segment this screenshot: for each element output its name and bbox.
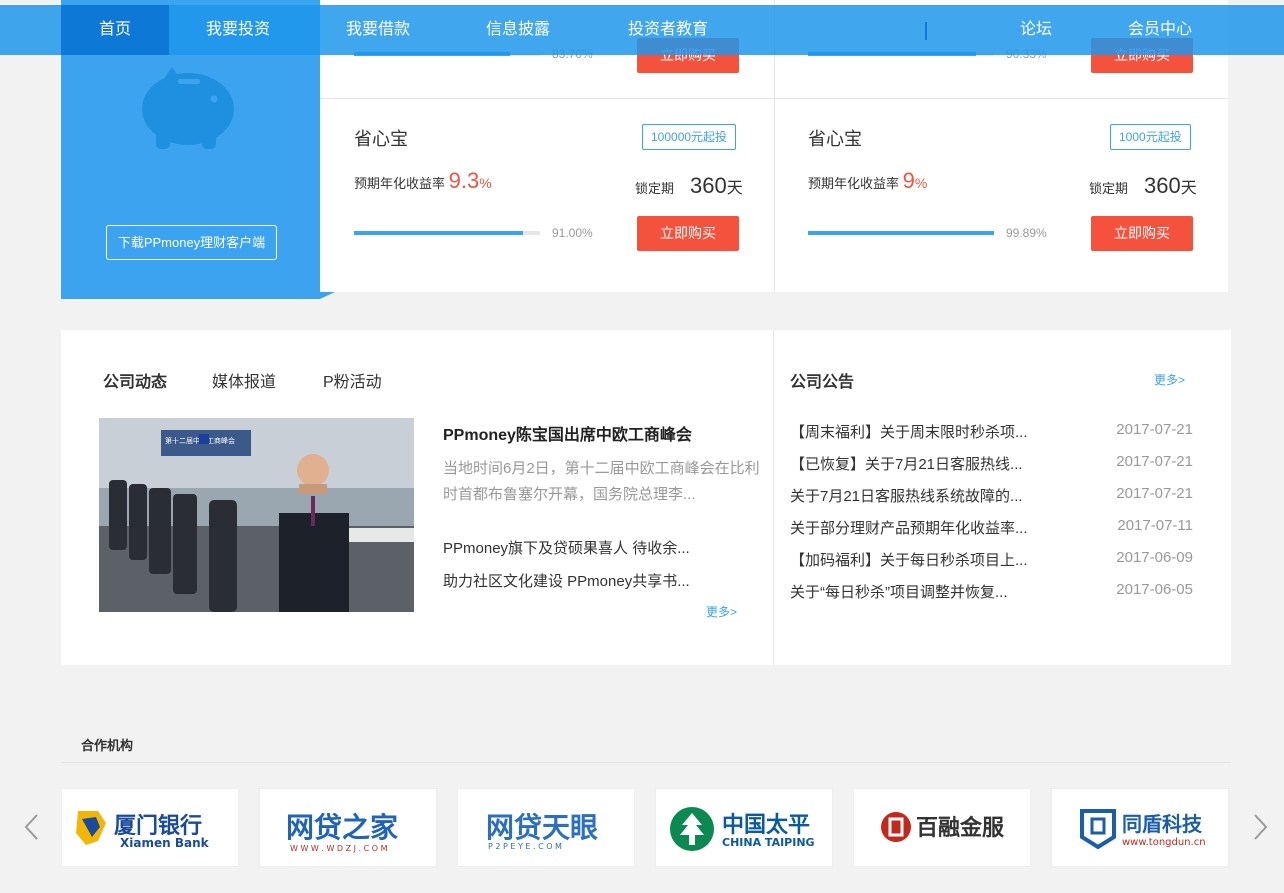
buy-button[interactable]: 立即购买 (637, 216, 739, 251)
wdzj-logo: 网贷之家 W W W . W D Z J . C O M (286, 811, 398, 853)
divider (773, 330, 774, 665)
partner-logo-china-taiping[interactable]: 中国太平 CHINA TAIPING (655, 788, 833, 867)
lead-news-desc: 当地时间6月2日，第十二届中欧工商峰会在比利时首都布鲁塞尔开幕，国务院总理李..… (443, 460, 760, 503)
divider (61, 762, 1231, 763)
partners-title: 合作机构 (81, 738, 134, 753)
partner-sub: W W W . W D Z J . C O M (290, 844, 388, 853)
tab-media[interactable]: 媒体报道 (212, 368, 276, 392)
notice-title: 关于部分理财产品预期年化收益率... (790, 520, 1028, 537)
lock-label: 锁定期 (635, 181, 675, 196)
notice-title: 【周末福利】关于周末限时秒杀项... (790, 424, 1028, 441)
rate-block: 预期年化收益率 9% (808, 168, 927, 194)
partner-logo-wdzj[interactable]: 网贷之家 W W W . W D Z J . C O M (259, 788, 437, 867)
lock-days: 360 (690, 173, 727, 198)
lead-news-title[interactable]: PPmoney陈宝国出席中欧工商峰会 (443, 421, 692, 445)
tab-p-fan-events[interactable]: P粉活动 (323, 368, 382, 392)
partner-name: 同盾科技 (1122, 812, 1203, 836)
divider (320, 98, 1228, 99)
rate-unit: % (479, 175, 492, 191)
nav-education[interactable]: 投资者教育 (612, 5, 724, 55)
tongdun-logo: 同盾科技 www.tongdun.cn (1080, 809, 1206, 850)
rate-block: 预期年化收益率 9.3% (354, 168, 492, 194)
notice-title: 关于“每日秒杀”项目调整并恢复... (790, 584, 1008, 601)
notice-row[interactable]: 【已恢复】关于7月21日客服热线... 2017-07-21 (790, 453, 1193, 485)
promo-corner (320, 292, 335, 299)
notice-date: 2017-07-11 (1117, 517, 1193, 534)
partner-sub: P 2 P E Y E . C O M (488, 842, 562, 851)
progress-text: 99.89% (1006, 226, 1047, 240)
notice-row[interactable]: 关于“每日秒杀”项目调整并恢复... 2017-06-05 (790, 581, 1193, 613)
notice-row[interactable]: 关于部分理财产品预期年化收益率... 2017-07-11 (790, 517, 1193, 549)
partner-logo-xiamen-bank[interactable]: 厦门银行 Xiamen Bank (61, 788, 239, 867)
progress-bar (354, 231, 540, 235)
progress-fill (808, 231, 994, 235)
progress-text: 91.00% (552, 226, 593, 240)
partner-logo-p2peye[interactable]: 网贷天眼 P 2 P E Y E . C O M (457, 788, 635, 867)
chevron-right-icon[interactable] (1250, 812, 1270, 842)
news-photo[interactable]: 第十二届中欧工商峰会 (99, 418, 414, 612)
partner-name: 网贷之家 (286, 811, 398, 844)
partner-logo-tongdun[interactable]: 同盾科技 www.tongdun.cn (1051, 788, 1229, 867)
top-nav: 首页 我要投资 我要借款 信息披露 投资者教育 论坛 会员中心 (0, 5, 1284, 55)
xiamen-bank-logo: 厦门银行 Xiamen Bank (76, 811, 210, 850)
nav-separator (925, 22, 927, 40)
download-app-button[interactable]: 下载PPmoney理财客户端 (106, 225, 277, 260)
notice-date: 2017-07-21 (1116, 453, 1193, 470)
nav-home[interactable]: 首页 (61, 5, 169, 55)
rate-label: 预期年化收益率 (808, 176, 900, 191)
lock-unit: 天 (726, 180, 743, 197)
lock-unit: 天 (1180, 180, 1197, 197)
progress-fill (354, 231, 524, 235)
partner-sub: Xiamen Bank (120, 836, 210, 850)
china-taiping-logo: 中国太平 CHINA TAIPING (670, 807, 815, 851)
partner-sub: CHINA TAIPING (722, 836, 815, 849)
min-invest-badge: 100000元起投 (642, 124, 737, 150)
notice-date: 2017-07-21 (1116, 421, 1193, 438)
product-name: 省心宝 (354, 129, 408, 149)
bairong-logo: 百融金服 (881, 812, 1005, 842)
partner-name: 网贷天眼 (486, 811, 598, 844)
news-section: 公司动态 媒体报道 P粉活动 第十二届中欧工商峰会 PPmoney陈 (61, 330, 1231, 665)
notice-date: 2017-07-21 (1116, 485, 1193, 502)
nav-member-center[interactable]: 会员中心 (1112, 5, 1208, 55)
notice-row[interactable]: 关于7月21日客服热线系统故障的... 2017-07-21 (790, 485, 1193, 517)
partner-logo-bairong[interactable]: 百融金服 (853, 788, 1031, 867)
chevron-left-icon[interactable] (22, 812, 42, 842)
nav-borrow[interactable]: 我要借款 (326, 5, 430, 55)
nav-disclosure[interactable]: 信息披露 (466, 5, 570, 55)
partner-name: 百融金服 (916, 815, 1005, 841)
progress-bar (808, 231, 994, 235)
partner-sub: www.tongdun.cn (1122, 837, 1206, 848)
piggy-bank-icon (142, 67, 234, 149)
notice-title: 关于7月21日客服热线系统故障的... (790, 488, 1023, 505)
notice-date: 2017-06-05 (1116, 581, 1193, 598)
product-name: 省心宝 (808, 129, 862, 149)
nav-forum[interactable]: 论坛 (1000, 5, 1072, 55)
notices-title: 公司公告 (790, 374, 855, 391)
notices-more-link[interactable]: 更多> (1154, 371, 1185, 388)
notice-row[interactable]: 【周末福利】关于周末限时秒杀项... 2017-07-21 (790, 421, 1193, 453)
news-item[interactable]: PPmoney旗下及贷硕果喜人 待收余... (443, 537, 690, 558)
min-invest-badge: 1000元起投 (1110, 124, 1191, 150)
partner-name: 中国太平 (722, 813, 810, 838)
news-item[interactable]: 助力社区文化建设 PPmoney共享书... (443, 570, 690, 591)
notice-date: 2017-06-09 (1116, 549, 1193, 566)
rate-value: 9 (902, 168, 915, 193)
p2peye-logo: 网贷天眼 P 2 P E Y E . C O M (486, 811, 598, 851)
notice-title: 【已恢复】关于7月21日客服热线... (790, 456, 1023, 473)
rate-value: 9.3 (448, 168, 480, 193)
lock-period: 360天 (1144, 173, 1197, 199)
nav-invest[interactable]: 我要投资 (186, 5, 290, 55)
lock-label: 锁定期 (1089, 181, 1129, 196)
notice-row[interactable]: 【加码福利】关于每日秒杀项目上... 2017-06-09 (790, 549, 1193, 581)
rate-label: 预期年化收益率 (354, 176, 446, 191)
news-more-link[interactable]: 更多> (706, 603, 737, 620)
rate-unit: % (914, 175, 928, 191)
tab-company-news[interactable]: 公司动态 (103, 368, 167, 392)
notice-title: 【加码福利】关于每日秒杀项目上... (790, 552, 1028, 569)
news-image: 第十二届中欧工商峰会 (99, 418, 414, 612)
lock-period: 360天 (690, 173, 743, 199)
lock-days: 360 (1144, 173, 1181, 198)
buy-button[interactable]: 立即购买 (1091, 216, 1193, 251)
